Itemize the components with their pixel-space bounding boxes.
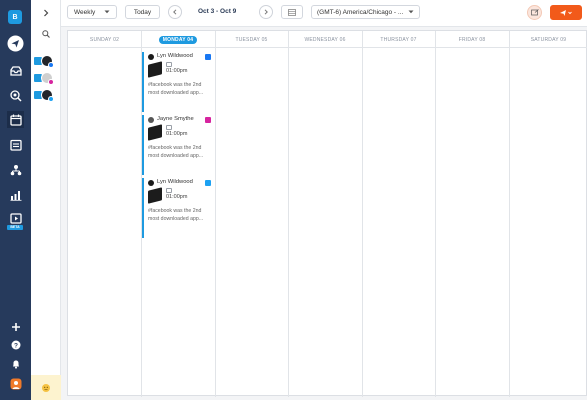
inbox-icon[interactable] <box>7 62 24 79</box>
account-filter-twitter[interactable] <box>34 88 56 102</box>
chevron-down-icon <box>104 10 110 14</box>
export-button[interactable] <box>527 5 542 20</box>
week-calendar: SUNDAY 02 MONDAY 04 TUESDAY 05 WEDNESDAY… <box>67 30 587 397</box>
account-panel <box>31 0 61 400</box>
export-icon <box>530 9 539 16</box>
author-avatar <box>148 180 154 186</box>
beta-badge: BETA <box>7 225 23 230</box>
scheduled-post-card[interactable]: Lyn Wildwood 01:00pm #facebook was the 2… <box>142 52 214 112</box>
bell-icon[interactable] <box>7 355 24 372</box>
author-avatar <box>148 54 154 60</box>
calendar-icon[interactable] <box>7 111 24 128</box>
send-icon[interactable] <box>7 35 24 52</box>
calendar-toolbar: Weekly Today Oct 3 - Oct 9 (GMT-6) Ameri… <box>61 0 587 27</box>
post-time: 01:00pm <box>166 131 188 137</box>
day-header: WEDNESDAY 06 <box>304 36 346 43</box>
search-icon[interactable] <box>40 28 52 40</box>
author-name: Lyn Wildwood <box>157 53 193 59</box>
view-select-value: Weekly <box>74 8 96 16</box>
view-select[interactable]: Weekly <box>67 5 117 19</box>
day-header: TUESDAY 05 <box>235 36 268 43</box>
column-divider <box>288 31 289 397</box>
post-thumbnail <box>148 124 162 141</box>
post-text: #facebook was the 2nd most downloaded ap… <box>148 208 204 222</box>
main-sidebar: B BETA ? <box>0 0 31 400</box>
post-time: 01:00pm <box>166 68 188 74</box>
twitter-icon <box>48 96 54 102</box>
day-header: SUNDAY 02 <box>89 36 120 43</box>
svg-text:?: ? <box>14 342 18 349</box>
calendar-picker-button[interactable] <box>281 5 303 19</box>
previous-week-button[interactable] <box>168 5 182 19</box>
author-name: Jayne Smythe <box>157 116 194 122</box>
date-range: Oct 3 - Oct 9 <box>198 8 237 15</box>
help-chat-button[interactable] <box>31 375 61 400</box>
day-header: FRIDAY 08 <box>458 36 486 43</box>
image-placeholder-icon <box>166 62 172 67</box>
post-thumbnail <box>148 187 162 204</box>
send-icon <box>560 9 572 16</box>
author-name: Lyn Wildwood <box>157 179 193 185</box>
post-text: #facebook was the 2nd most downloaded ap… <box>148 145 204 159</box>
listening-search-icon[interactable] <box>7 87 24 104</box>
user-avatar-icon[interactable] <box>7 375 24 392</box>
image-placeholder-icon <box>166 125 172 130</box>
twitter-icon <box>205 180 211 186</box>
column-divider <box>362 31 363 397</box>
instagram-icon <box>205 117 211 123</box>
org-chart-icon[interactable] <box>7 161 24 178</box>
plus-icon[interactable] <box>7 318 24 335</box>
expand-chevron-icon[interactable] <box>40 7 52 19</box>
timezone-select[interactable]: (GMT-6) America/Chicago - ... <box>311 5 420 19</box>
post-time: 01:00pm <box>166 194 188 200</box>
column-divider <box>509 31 510 397</box>
image-placeholder-icon <box>166 188 172 193</box>
facebook-icon <box>48 62 54 68</box>
brand-logo[interactable]: B <box>8 10 22 24</box>
instagram-icon <box>48 79 54 85</box>
author-avatar <box>148 117 154 123</box>
scheduled-post-card[interactable]: Jayne Smythe 01:00pm #facebook was the 2… <box>142 115 214 175</box>
chevron-down-icon <box>408 10 414 14</box>
facebook-icon <box>205 54 211 60</box>
next-week-button[interactable] <box>259 5 273 19</box>
chevron-right-icon <box>264 9 268 15</box>
today-button[interactable]: Today <box>125 5 160 19</box>
calendar-grid-icon <box>288 8 296 16</box>
column-divider <box>435 31 436 397</box>
day-header-active: MONDAY 04 <box>141 31 215 48</box>
column-divider <box>215 31 216 397</box>
day-header: SATURDAY 09 <box>530 36 567 43</box>
chat-face-icon <box>42 383 50 392</box>
day-header: THURSDAY 07 <box>380 36 417 43</box>
post-thumbnail <box>148 61 162 78</box>
chevron-left-icon <box>173 9 177 15</box>
analytics-icon[interactable] <box>7 186 24 203</box>
help-icon[interactable]: ? <box>7 336 24 353</box>
scheduled-post-card[interactable]: Lyn Wildwood 01:00pm #facebook was the 2… <box>142 178 214 238</box>
timezone-value: (GMT-6) America/Chicago - ... <box>317 8 404 16</box>
account-filter-instagram[interactable] <box>34 71 56 85</box>
compose-post-button[interactable] <box>550 5 582 20</box>
account-filter-facebook[interactable] <box>34 54 56 68</box>
post-text: #facebook was the 2nd most downloaded ap… <box>148 82 204 96</box>
task-list-icon[interactable] <box>7 136 24 153</box>
